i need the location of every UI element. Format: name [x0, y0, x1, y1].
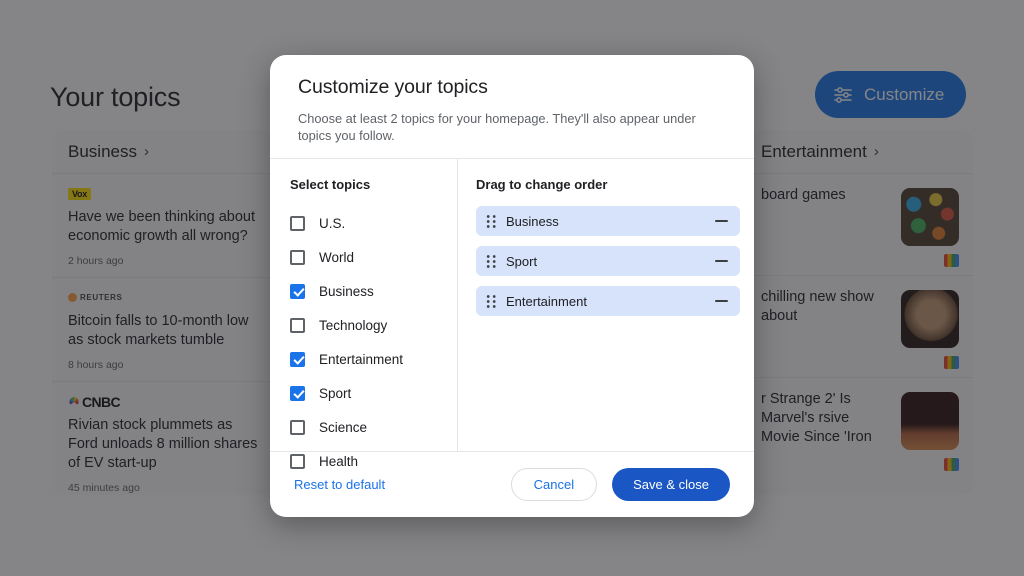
topic-row-technology[interactable]: Technology [290, 308, 457, 342]
customize-topics-dialog: Customize your topics Choose at least 2 … [270, 55, 754, 517]
checkbox-icon[interactable] [290, 283, 305, 299]
checkbox-icon[interactable] [290, 215, 305, 231]
remove-minus-icon[interactable] [715, 260, 728, 262]
save-and-close-button[interactable]: Save & close [612, 468, 730, 501]
cancel-button[interactable]: Cancel [510, 468, 598, 501]
topic-row-world[interactable]: World [290, 240, 457, 274]
dialog-title: Customize your topics [298, 76, 488, 98]
drag-item-label: Business [506, 213, 559, 229]
screen: Your topics Customize Business › [0, 0, 1024, 576]
topic-label: Business [319, 283, 374, 299]
checkbox-icon[interactable] [290, 385, 305, 401]
select-topics-label: Select topics [290, 177, 371, 192]
topic-row-science[interactable]: Science [290, 410, 457, 444]
topic-label: U.S. [319, 215, 346, 231]
checkbox-icon[interactable] [290, 317, 305, 333]
checkbox-icon[interactable] [290, 249, 305, 265]
drag-order-list: Business Sport Entertainment [476, 206, 740, 316]
dialog-footer: Reset to default Cancel Save & close [270, 451, 754, 517]
topic-row-u-s[interactable]: U.S. [290, 206, 457, 240]
select-topics-column: Select topics U.S. World Business Technolog… [270, 159, 458, 469]
checkbox-icon[interactable] [290, 453, 305, 469]
topic-label: Entertainment [319, 351, 404, 367]
topic-label: Technology [319, 317, 388, 333]
topic-row-sport[interactable]: Sport [290, 376, 457, 410]
drag-handle-icon[interactable] [486, 214, 497, 229]
dialog-header: Customize your topics Choose at least 2 … [270, 55, 754, 158]
drag-order-label: Drag to change order [476, 177, 608, 192]
topic-checkbox-list: U.S. World Business Technology Entertainment… [290, 206, 457, 478]
topic-label: World [319, 249, 355, 265]
drag-item-sport[interactable]: Sport [476, 246, 740, 276]
remove-minus-icon[interactable] [715, 300, 728, 302]
drag-item-entertainment[interactable]: Entertainment [476, 286, 740, 316]
topic-label: Sport [319, 385, 352, 401]
drag-item-business[interactable]: Business [476, 206, 740, 236]
topic-label: Science [319, 419, 368, 435]
order-column: Drag to change order Business Sport Entert… [458, 159, 754, 451]
topic-row-entertainment[interactable]: Entertainment [290, 342, 457, 376]
topic-row-business[interactable]: Business [290, 274, 457, 308]
dialog-subtitle: Choose at least 2 topics for your homepa… [298, 111, 696, 143]
drag-handle-icon[interactable] [486, 294, 497, 309]
remove-minus-icon[interactable] [715, 220, 728, 222]
checkbox-icon[interactable] [290, 419, 305, 435]
dialog-body: Select topics U.S. World Business Technolog… [270, 158, 754, 469]
checkbox-icon[interactable] [290, 351, 305, 367]
reset-to-default-link[interactable]: Reset to default [294, 477, 385, 492]
drag-item-label: Entertainment [506, 293, 587, 309]
drag-item-label: Sport [506, 253, 538, 269]
drag-handle-icon[interactable] [486, 254, 497, 269]
